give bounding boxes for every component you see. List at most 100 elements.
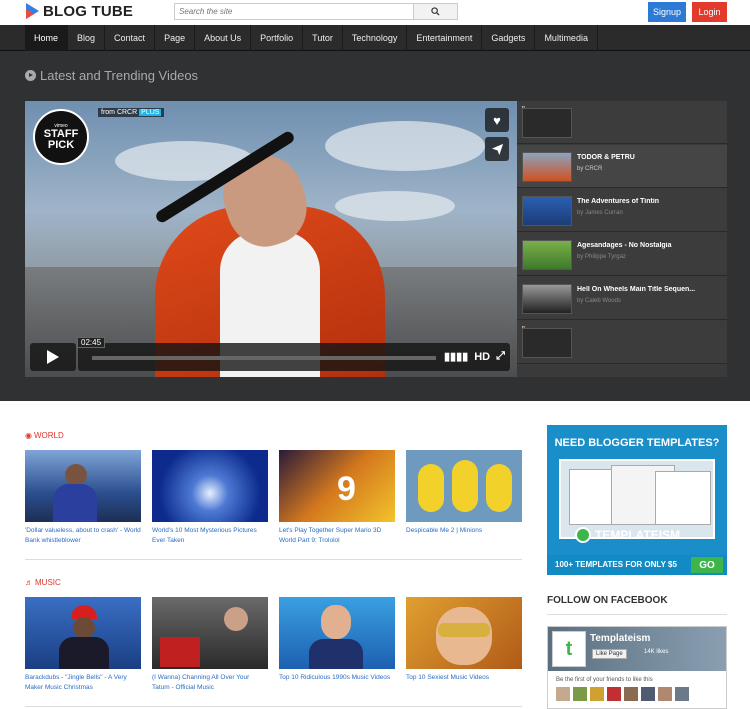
playlist-item[interactable]: The Adventures of Tintin by James Curran xyxy=(517,189,727,232)
featured-title: Latest and Trending Videos xyxy=(25,68,198,83)
playlist-item-title: The Adventures of Tintin xyxy=(577,198,660,205)
fullscreen-icon[interactable]: ⤢ xyxy=(496,350,505,363)
heart-icon: ♥ xyxy=(493,112,501,128)
facebook-friend-avatars xyxy=(556,687,689,701)
section-label-text: WORLD xyxy=(33,431,64,440)
video-thumbnail[interactable]: 9 xyxy=(279,450,395,522)
nav-item-tutor[interactable]: Tutor xyxy=(303,25,343,51)
video-card[interactable]: (I Wanna) Channing All Over Your Tatum -… xyxy=(152,597,268,693)
avatar[interactable] xyxy=(573,687,587,701)
cloud-shape xyxy=(325,121,485,171)
share-button[interactable] xyxy=(485,137,509,161)
facebook-page-widget[interactable]: t Templateism Like Page 14K likes Be the… xyxy=(547,626,727,709)
ad-footer-text: 100+ TEMPLATES FOR ONLY $5 xyxy=(555,560,677,569)
nav-menu: Home Blog Contact Page About Us Portfoli… xyxy=(25,25,598,51)
ad-go-button[interactable]: GO xyxy=(691,557,723,573)
video-title[interactable]: Let's Play Together Super Mario 3D World… xyxy=(279,526,395,546)
site-logo[interactable]: BLOG TUBE xyxy=(26,1,133,21)
templateism-ad-banner[interactable]: NEED BLOGGER TEMPLATES? TEMPLATEISM 100+… xyxy=(547,425,727,575)
video-player[interactable]: vimeo STAFF PICK from CRCR PLUS ♥ ▮▮▮▮ HD xyxy=(25,101,517,377)
video-playlist: " TODOR & PETRU by CRCR The Adventures o… xyxy=(517,101,727,377)
video-source-text: from CRCR xyxy=(101,109,138,116)
video-card[interactable]: Despicable Me 2 | Minions xyxy=(406,450,522,536)
video-title[interactable]: World's 10 Most Mysterious Pictures Ever… xyxy=(152,526,268,546)
follow-facebook-heading: FOLLOW ON FACEBOOK xyxy=(547,595,668,606)
player-controls: ▮▮▮▮ HD ⤢ 02:45 xyxy=(30,337,510,371)
plus-badge: PLUS xyxy=(139,109,162,116)
avatar[interactable] xyxy=(556,687,570,701)
signup-button[interactable]: Signup xyxy=(648,2,686,22)
video-source-label[interactable]: from CRCR PLUS xyxy=(98,108,165,117)
video-thumbnail[interactable] xyxy=(25,450,141,522)
nav-item-portfolio[interactable]: Portfolio xyxy=(251,25,304,51)
playlist-thumbnail xyxy=(522,152,572,182)
paper-plane-icon xyxy=(491,143,503,155)
search-input[interactable] xyxy=(175,4,413,19)
playlist-item[interactable]: Hell On Wheels Main Title Sequen... by C… xyxy=(517,277,727,320)
featured-videos-section: Latest and Trending Videos vimeo STAFF P… xyxy=(0,51,750,401)
facebook-friends-text: Be the first of your friends to like thi… xyxy=(556,677,653,683)
nav-item-page[interactable]: Page xyxy=(155,25,196,51)
playlist-item[interactable]: TODOR & PETRU by CRCR xyxy=(517,145,727,188)
avatar[interactable] xyxy=(624,687,638,701)
avatar[interactable] xyxy=(675,687,689,701)
playlist-item[interactable]: Agesandages - No Nostalgia by Philippe T… xyxy=(517,233,727,276)
playlist-item[interactable]: " xyxy=(517,101,727,144)
playlist-item-author: by Philippe Tyrgaz xyxy=(577,254,626,260)
section-label-world[interactable]: ◉ WORLD xyxy=(25,431,64,440)
volume-icon[interactable]: ▮▮▮▮ xyxy=(444,350,468,363)
video-thumbnail[interactable] xyxy=(152,450,268,522)
facebook-like-button[interactable]: Like Page xyxy=(592,649,627,659)
video-card[interactable]: Barackdubs - "Jingle Bells" - A Very Mak… xyxy=(25,597,141,693)
avatar[interactable] xyxy=(641,687,655,701)
nav-item-blog[interactable]: Blog xyxy=(68,25,106,51)
video-title[interactable]: Barackdubs - "Jingle Bells" - A Very Mak… xyxy=(25,673,141,693)
like-button[interactable]: ♥ xyxy=(485,108,509,132)
hd-toggle[interactable]: HD xyxy=(474,351,490,363)
video-thumbnail[interactable] xyxy=(25,597,141,669)
video-thumbnail[interactable] xyxy=(279,597,395,669)
nav-item-technology[interactable]: Technology xyxy=(343,25,408,51)
video-title[interactable]: Despicable Me 2 | Minions xyxy=(406,526,522,536)
login-button[interactable]: Login xyxy=(692,2,727,22)
playlist-item[interactable]: " xyxy=(517,321,727,364)
nav-item-entertainment[interactable]: Entertainment xyxy=(407,25,483,51)
cloud-shape xyxy=(335,191,455,221)
nav-item-about-us[interactable]: About Us xyxy=(195,25,252,51)
search-box xyxy=(174,3,458,20)
staff-pick-line2: PICK xyxy=(47,139,75,151)
nav-item-home[interactable]: Home xyxy=(25,25,69,51)
avatar[interactable] xyxy=(590,687,604,701)
video-title[interactable]: 'Dollar valueless, about to crash' - Wor… xyxy=(25,526,141,546)
search-button[interactable] xyxy=(413,4,457,19)
section-label-text: MUSIC xyxy=(35,578,61,587)
playlist-item-title: Agesandages - No Nostalgia xyxy=(577,242,672,249)
video-title[interactable]: (I Wanna) Channing All Over Your Tatum -… xyxy=(152,673,268,693)
video-card[interactable]: Top 10 Sexiest Music Videos xyxy=(406,597,522,683)
nav-item-multimedia[interactable]: Multimedia xyxy=(535,25,598,51)
logo-text: BLOG TUBE xyxy=(43,2,134,20)
video-card[interactable]: 9 Let's Play Together Super Mario 3D Wor… xyxy=(279,450,395,546)
playlist-thumbnail xyxy=(522,240,572,270)
avatar[interactable] xyxy=(658,687,672,701)
facebook-avatar[interactable]: t xyxy=(552,631,586,667)
play-button[interactable] xyxy=(30,343,76,371)
video-card[interactable]: Top 10 Ridiculous 1990s Music Videos xyxy=(279,597,395,683)
video-thumbnail[interactable] xyxy=(406,450,522,522)
play-icon xyxy=(47,350,59,364)
nav-item-contact[interactable]: Contact xyxy=(105,25,156,51)
section-label-music[interactable]: ♬ MUSIC xyxy=(25,578,61,587)
video-thumbnail[interactable] xyxy=(152,597,268,669)
video-card[interactable]: 'Dollar valueless, about to crash' - Wor… xyxy=(25,450,141,546)
logo-play-icon xyxy=(26,3,39,19)
video-title[interactable]: Top 10 Sexiest Music Videos xyxy=(406,673,522,683)
video-thumbnail[interactable] xyxy=(406,597,522,669)
video-title[interactable]: Top 10 Ridiculous 1990s Music Videos xyxy=(279,673,395,683)
ad-heading: NEED BLOGGER TEMPLATES? xyxy=(554,437,720,449)
avatar[interactable] xyxy=(607,687,621,701)
follow-divider xyxy=(547,614,727,615)
video-card[interactable]: World's 10 Most Mysterious Pictures Ever… xyxy=(152,450,268,546)
nav-item-gadgets[interactable]: Gadgets xyxy=(482,25,536,51)
facebook-page-name[interactable]: Templateism xyxy=(590,633,650,644)
progress-bar[interactable] xyxy=(92,356,436,360)
